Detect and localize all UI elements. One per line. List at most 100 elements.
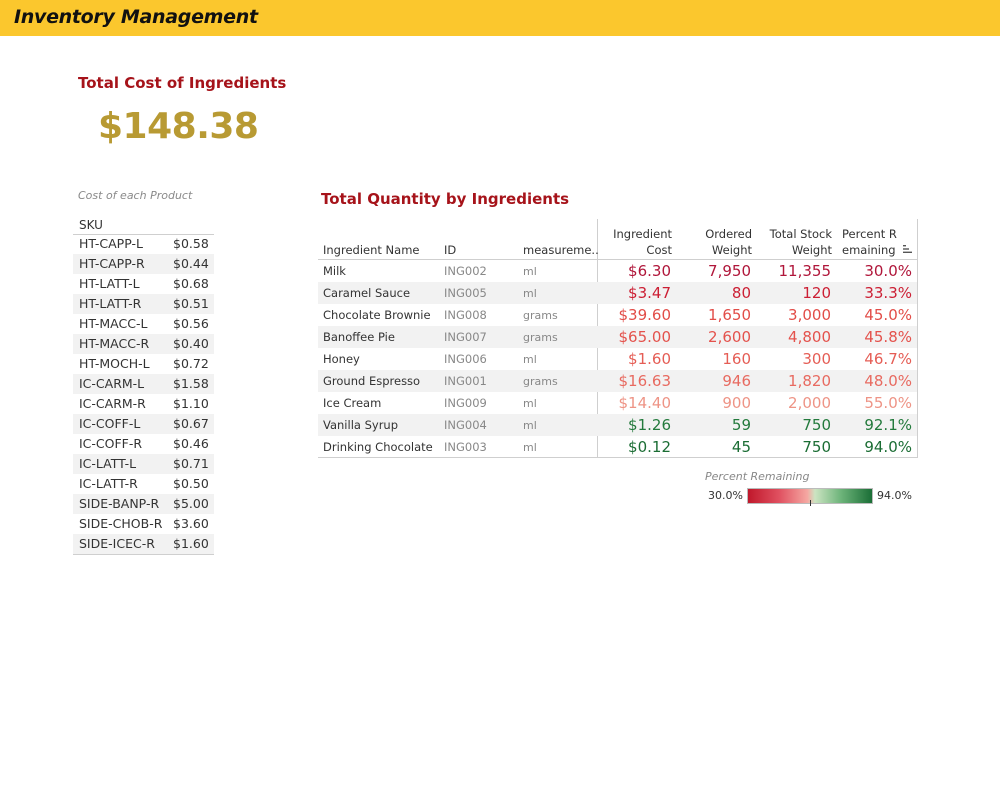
total-stock-weight-cell: 11,355	[778, 262, 832, 280]
table-bottom-border	[318, 457, 918, 458]
table-row[interactable]: Ground Espresso ING001 grams $16.63 946 1,820…	[318, 370, 917, 392]
cost-table-row[interactable]: IC-LATT-R $0.50	[73, 474, 214, 494]
product-cost-cell: $0.72	[173, 356, 209, 371]
percent-remaining-cell: 45.8%	[864, 328, 912, 346]
sort-descending-icon[interactable]	[903, 244, 913, 254]
sku-cell: SIDE-BANP-R	[79, 496, 160, 511]
cost-table-row[interactable]: IC-CARM-R $1.10	[73, 394, 214, 414]
measurement-cell: grams	[523, 331, 558, 344]
table-row[interactable]: Chocolate Brownie ING008 grams $39.60 1,650 3…	[318, 304, 917, 326]
product-cost-cell: $0.44	[173, 256, 209, 271]
ingredient-cost-cell: $1.60	[628, 350, 671, 368]
table-row[interactable]: Banoffee Pie ING007 grams $65.00 2,600 4,800 4…	[318, 326, 917, 348]
legend-title: Percent Remaining	[705, 470, 810, 483]
cost-table-row[interactable]: IC-COFF-R $0.46	[73, 434, 214, 454]
col-header-ordered-weight-line1: Ordered	[705, 227, 752, 241]
table-row[interactable]: Honey ING006 ml $1.60 160 300 46.7%	[318, 348, 917, 370]
ingredient-name-cell: Banoffee Pie	[323, 330, 395, 344]
percent-remaining-cell: 33.3%	[864, 284, 912, 302]
cost-table-row[interactable]: IC-LATT-L $0.71	[73, 454, 214, 474]
measurement-cell: grams	[523, 375, 558, 388]
sku-cell: SIDE-ICEC-R	[79, 536, 155, 551]
table-row[interactable]: Drinking Chocolate ING003 ml $0.12 45 750 94.0…	[318, 436, 917, 458]
table-row[interactable]: Milk ING002 ml $6.30 7,950 11,355 30.0%	[318, 260, 917, 282]
ingredient-name-cell: Honey	[323, 352, 360, 366]
cost-per-product-table: HT-CAPP-L $0.58 HT-CAPP-R $0.44 HT-LATT-L $0.…	[73, 234, 214, 554]
cost-table-row[interactable]: SIDE-BANP-R $5.00	[73, 494, 214, 514]
col-header-ingredient-name[interactable]: Ingredient Name	[323, 242, 419, 258]
col-header-ingredient-cost-line2: Cost	[646, 243, 672, 257]
col-header-ingredient-cost-line1: Ingredient	[613, 227, 672, 241]
cost-table-row[interactable]: HT-LATT-R $0.51	[73, 294, 214, 314]
cost-table-row[interactable]: HT-CAPP-R $0.44	[73, 254, 214, 274]
cost-table-row[interactable]: IC-CARM-L $1.58	[73, 374, 214, 394]
ingredient-cost-cell: $1.26	[628, 416, 671, 434]
cost-table-row[interactable]: HT-CAPP-L $0.58	[73, 234, 214, 254]
legend-min-label: 30.0%	[708, 489, 743, 502]
qty-table-title: Total Quantity by Ingredients	[321, 190, 570, 208]
ingredient-name-cell: Drinking Chocolate	[323, 440, 433, 454]
product-cost-cell: $1.58	[173, 376, 209, 391]
cost-table-row[interactable]: SIDE-CHOB-R $3.60	[73, 514, 214, 534]
legend-center-tick	[810, 500, 811, 506]
percent-remaining-cell: 30.0%	[864, 262, 912, 280]
ordered-weight-cell: 1,650	[708, 306, 751, 324]
ingredient-name-cell: Ground Espresso	[323, 374, 421, 388]
ingredient-id-cell: ING001	[444, 374, 487, 388]
col-header-id[interactable]: ID	[444, 242, 456, 258]
table-row[interactable]: Caramel Sauce ING005 ml $3.47 80 120 33.3%	[318, 282, 917, 304]
col-header-percent-remaining[interactable]: Percent R emaining	[842, 226, 897, 258]
cost-table-row[interactable]: IC-COFF-L $0.67	[73, 414, 214, 434]
cost-table-row[interactable]: SIDE-ICEC-R $1.60	[73, 534, 214, 554]
total-stock-weight-cell: 750	[802, 416, 831, 434]
cost-table-row[interactable]: HT-MACC-L $0.56	[73, 314, 214, 334]
ordered-weight-cell: 160	[722, 350, 751, 368]
measurement-cell: ml	[523, 397, 537, 410]
cost-table-row[interactable]: HT-MOCH-L $0.72	[73, 354, 214, 374]
sku-cell: HT-LATT-L	[79, 276, 140, 291]
total-stock-weight-cell: 750	[802, 438, 831, 456]
ingredient-cost-cell: $65.00	[618, 328, 672, 346]
percent-remaining-cell: 92.1%	[864, 416, 912, 434]
ingredient-id-cell: ING005	[444, 286, 487, 300]
ordered-weight-cell: 7,950	[708, 262, 751, 280]
cost-table-row[interactable]: HT-MACC-R $0.40	[73, 334, 214, 354]
ingredient-id-cell: ING006	[444, 352, 487, 366]
measurement-cell: ml	[523, 287, 537, 300]
product-cost-cell: $1.10	[173, 396, 209, 411]
percent-remaining-cell: 55.0%	[864, 394, 912, 412]
table-row[interactable]: Vanilla Syrup ING004 ml $1.26 59 750 92.1%	[318, 414, 917, 436]
total-stock-weight-cell: 1,820	[788, 372, 831, 390]
sku-cell: HT-MOCH-L	[79, 356, 150, 371]
ordered-weight-cell: 59	[731, 416, 751, 434]
ordered-weight-cell: 900	[722, 394, 751, 412]
percent-remaining-cell: 94.0%	[864, 438, 912, 456]
sku-cell: IC-CARM-L	[79, 376, 145, 391]
ingredient-id-cell: ING009	[444, 396, 487, 410]
cost-table-row[interactable]: HT-LATT-L $0.68	[73, 274, 214, 294]
ingredient-cost-cell: $0.12	[628, 438, 671, 456]
product-cost-cell: $0.71	[173, 456, 209, 471]
kpi-total-cost-value: $148.38	[98, 106, 259, 147]
col-header-total-stock-weight[interactable]: Total Stock Weight	[770, 226, 832, 258]
col-header-ordered-weight[interactable]: Ordered Weight	[705, 226, 752, 258]
col-header-total-stock-line1: Total Stock	[769, 227, 832, 241]
product-cost-cell: $0.56	[173, 316, 209, 331]
sku-table-bottom-divider	[73, 554, 214, 555]
product-cost-cell: $1.60	[173, 536, 209, 551]
product-cost-cell: $5.00	[173, 496, 209, 511]
table-row[interactable]: Ice Cream ING009 ml $14.40 900 2,000 55.0%	[318, 392, 917, 414]
sku-column-header[interactable]: SKU	[79, 218, 103, 232]
product-cost-cell: $0.67	[173, 416, 209, 431]
col-header-measurement[interactable]: measureme..	[523, 242, 599, 258]
ingredient-cost-cell: $14.40	[618, 394, 672, 412]
ingredient-name-cell: Chocolate Brownie	[323, 308, 431, 322]
ingredient-name-cell: Ice Cream	[323, 396, 382, 410]
measurement-cell: grams	[523, 309, 558, 322]
measurement-cell: ml	[523, 265, 537, 278]
ingredient-name-cell: Milk	[323, 264, 346, 278]
percent-remaining-cell: 46.7%	[864, 350, 912, 368]
sku-cell: HT-CAPP-R	[79, 256, 145, 271]
product-cost-cell: $0.51	[173, 296, 209, 311]
col-header-ingredient-cost[interactable]: Ingredient Cost	[613, 226, 672, 258]
